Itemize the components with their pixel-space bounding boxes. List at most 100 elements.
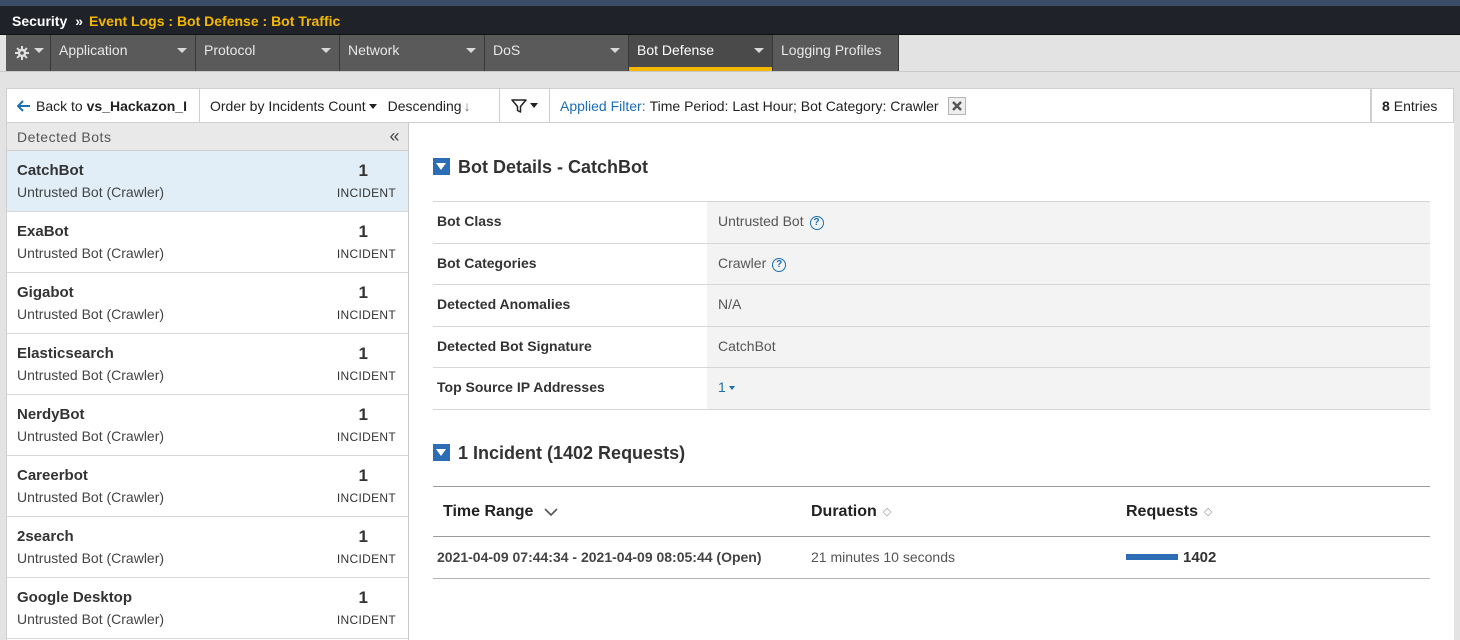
top-breadcrumb-bar: Security » Event Logs : Bot Defense : Bot …: [0, 0, 1460, 35]
question-circle-icon[interactable]: ?: [772, 257, 787, 272]
gear-icon: [15, 46, 29, 60]
chevron-down-icon: [754, 48, 764, 53]
tab-strip: Application Protocol Network DoS Bot Def…: [6, 35, 899, 71]
clear-filter-button[interactable]: [947, 96, 966, 115]
back-button[interactable]: Back to vs_Hackazon_I: [7, 89, 200, 122]
bot-category: Untrusted Bot (Crawler): [17, 184, 165, 200]
bot-category: Untrusted Bot (Crawler): [17, 306, 165, 322]
tab-label: DoS: [493, 42, 521, 58]
bot-incident-count: 1: [358, 344, 368, 363]
detail-value: Untrusted Bot?: [707, 202, 1430, 243]
entries-number: 8: [1382, 97, 1390, 114]
tab-network[interactable]: Network: [340, 35, 485, 71]
incident-requests: 1402: [1116, 537, 1430, 578]
tab-label: Protocol: [204, 42, 256, 58]
column-requests[interactable]: Requests ◇: [1116, 487, 1430, 536]
bot-details-heading: Bot Details - CatchBot: [433, 157, 648, 178]
order-by-dropdown[interactable]: Order by Incidents Count: [210, 98, 377, 114]
column-duration[interactable]: Duration ◇: [801, 487, 1116, 536]
applied-filter-value: Time Period: Last Hour; Bot Category: Cr…: [649, 97, 939, 114]
column-label: Requests: [1126, 503, 1199, 520]
chevron-down-icon: [530, 103, 538, 108]
detected-anomalies-value: N/A: [718, 296, 742, 312]
detail-row-detected-bot-signature: Detected Bot Signature CatchBot: [433, 326, 1430, 368]
column-time-range[interactable]: Time Range: [433, 487, 801, 536]
sort-icon: ◇: [1204, 506, 1213, 518]
chevron-down-icon: [368, 104, 377, 110]
breadcrumb: Security » Event Logs : Bot Defense : Bot …: [12, 13, 340, 29]
top-stripe: [0, 0, 1460, 6]
tab-settings-gear[interactable]: [6, 35, 51, 71]
back-target: vs_Hackazon_I: [86, 97, 187, 114]
list-item[interactable]: CatchBot Untrusted Bot (Crawler) 1 INCIDENT: [7, 151, 408, 212]
triangle-down-icon[interactable]: [433, 158, 450, 175]
chevron-down-icon: [728, 386, 735, 391]
bot-categories-value: Crawler: [718, 254, 767, 271]
list-item[interactable]: 2search Untrusted Bot (Crawler) 1 INCIDENT: [7, 517, 408, 578]
incident-time-range: 2021-04-09 07:44:34 - 2021-04-09 08:05:4…: [437, 549, 762, 565]
bot-category: Untrusted Bot (Crawler): [17, 245, 165, 261]
bot-incident-unit: INCIDENT: [336, 369, 396, 383]
bot-category: Untrusted Bot (Crawler): [17, 489, 165, 505]
filter-button[interactable]: [500, 89, 550, 122]
order-by-label: Order by Incidents Count: [210, 97, 366, 114]
list-item[interactable]: NerdyBot Untrusted Bot (Crawler) 1 INCIDENT: [7, 395, 408, 456]
bot-incident-unit: INCIDENT: [336, 430, 396, 444]
arrow-left-icon: [17, 99, 30, 112]
bot-category: Untrusted Bot (Crawler): [17, 611, 165, 627]
bot-incident-count: 1: [358, 527, 368, 546]
bot-incident-count: 1: [358, 222, 368, 241]
sort-direction-button[interactable]: Descending ↓: [388, 98, 471, 114]
tab-application[interactable]: Application: [51, 35, 196, 71]
list-item[interactable]: Google Desktop Untrusted Bot (Crawler) 1 IN…: [7, 578, 408, 639]
breadcrumb-separator: »: [75, 13, 84, 29]
bot-name: Google Desktop: [17, 589, 133, 606]
list-item[interactable]: ExaBot Untrusted Bot (Crawler) 1 INCIDENT: [7, 212, 408, 273]
detail-value: Crawler?: [707, 243, 1430, 284]
tab-bot-defense[interactable]: Bot Defense: [629, 35, 773, 71]
tab-logging-profiles[interactable]: Logging Profiles: [773, 35, 899, 71]
entries-count: 8 Entries: [1371, 89, 1453, 122]
tab-dos[interactable]: DoS: [485, 35, 629, 71]
column-label: Duration: [811, 503, 877, 520]
detail-value: 1: [707, 368, 1430, 409]
bot-details-title: Bot Details - CatchBot: [458, 157, 649, 177]
active-tab-indicator: [629, 67, 772, 71]
bot-category: Untrusted Bot (Crawler): [17, 367, 165, 383]
bot-name: ExaBot: [17, 223, 69, 240]
triangle-down-icon[interactable]: [433, 444, 450, 461]
bot-details-table: Bot Class Untrusted Bot? Bot Categories …: [433, 201, 1430, 410]
detected-bots-header: Detected Bots «: [7, 123, 408, 151]
bot-incident-unit: INCIDENT: [336, 491, 396, 505]
chevron-down-icon: [177, 48, 187, 53]
chevron-down-icon: [610, 48, 620, 53]
applied-filter-label: Applied Filter:: [560, 97, 646, 114]
list-item[interactable]: Gigabot Untrusted Bot (Crawler) 1 INCIDENT: [7, 273, 408, 334]
tab-protocol[interactable]: Protocol: [196, 35, 340, 71]
table-row[interactable]: 2021-04-09 07:44:34 - 2021-04-09 08:05:4…: [433, 537, 1430, 579]
list-item[interactable]: Careerbot Untrusted Bot (Crawler) 1 INCIDEN…: [7, 456, 408, 517]
detail-label: Bot Categories: [437, 254, 537, 271]
chevron-down-icon: [34, 48, 44, 53]
filter-icon: [511, 98, 527, 113]
tab-label: Application: [59, 42, 128, 58]
bot-incident-count: 1: [358, 283, 368, 302]
incidents-table-header: Time Range Duration ◇ Requests ◇: [433, 487, 1430, 537]
question-circle-icon[interactable]: ?: [809, 216, 824, 230]
list-item[interactable]: Elasticsearch Untrusted Bot (Crawler) 1 INC…: [7, 334, 408, 395]
double-chevron-left-icon[interactable]: «: [389, 126, 400, 147]
tab-label: Bot Defense: [637, 42, 715, 58]
bot-name: NerdyBot: [17, 406, 85, 423]
top-source-ip-count: 1: [718, 379, 726, 395]
bot-signature-value: CatchBot: [718, 337, 776, 354]
bot-incident-count: 1: [358, 161, 368, 180]
breadcrumb-section[interactable]: Security: [12, 13, 67, 29]
bot-incident-count: 1: [358, 466, 368, 485]
bot-category: Untrusted Bot (Crawler): [17, 550, 165, 566]
top-source-ip-dropdown[interactable]: 1: [718, 379, 735, 395]
column-label: Time Range: [443, 503, 534, 520]
entries-label: Entries: [1393, 97, 1438, 114]
bot-incident-count: 1: [358, 405, 368, 424]
detail-row-top-source-ips: Top Source IP Addresses 1: [433, 368, 1430, 410]
incidents-heading: 1 Incident (1402 Requests): [433, 443, 685, 464]
